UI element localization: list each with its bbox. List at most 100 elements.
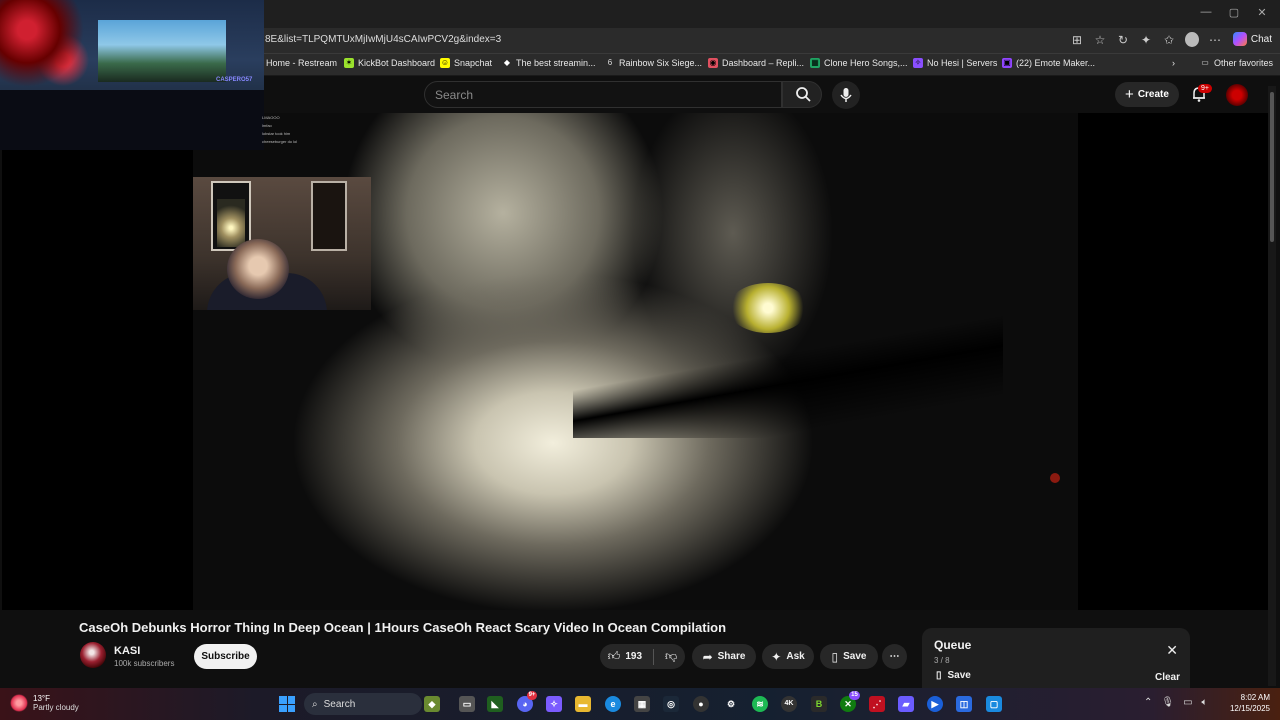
scrollbar-thumb[interactable]: [1270, 92, 1274, 242]
bookmark-label: No Hesi | Servers: [927, 58, 998, 68]
bookmark-emote-maker[interactable]: ▣ (22) Emote Maker...: [1002, 58, 1095, 68]
app-available-icon[interactable]: ⊞: [1070, 33, 1084, 47]
queue-close-icon[interactable]: ✕: [1166, 642, 1178, 659]
bookmark-streaming[interactable]: ◆ The best streamin...: [502, 58, 596, 68]
search-input[interactable]: Search: [424, 81, 782, 108]
bookmark-label: Home - Restream: [266, 58, 338, 68]
tray-overflow-chevron-icon[interactable]: ⌃: [1144, 697, 1152, 708]
bookmark-no-hesi[interactable]: ✧ No Hesi | Servers: [913, 58, 997, 68]
plus-icon: +: [1125, 86, 1134, 103]
taskbar-search-label: Search: [323, 698, 356, 710]
voice-search-button[interactable]: [832, 81, 860, 109]
task-view-icon[interactable]: ▭: [459, 696, 475, 712]
search-placeholder: Search: [435, 88, 474, 102]
weather-widget[interactable]: 13°F Partly cloudy: [10, 694, 79, 712]
bookmark-home-restream[interactable]: Home - Restream: [266, 58, 337, 68]
xbox-badge: 15: [849, 691, 860, 700]
create-button[interactable]: + Create: [1115, 82, 1179, 107]
page-scrollbar[interactable]: [1268, 86, 1276, 686]
chat-line: LMAOOO: [262, 115, 280, 120]
share-button[interactable]: ➦ Share: [692, 644, 756, 669]
sparkle-icon: ✦: [771, 649, 782, 664]
copilot-app-icon[interactable]: ✧: [546, 696, 562, 712]
like-icon[interactable]: 👍︎: [608, 649, 621, 664]
bookmark-label: Dashboard – Repli...: [722, 58, 805, 68]
file-explorer-icon[interactable]: ▬: [575, 696, 591, 712]
remote-desktop-icon[interactable]: ◫: [956, 696, 972, 712]
save-button[interactable]: ▯ Save: [820, 644, 878, 669]
favorites-icon[interactable]: ✩: [1162, 33, 1176, 47]
favorite-star-icon[interactable]: ☆: [1093, 33, 1107, 47]
nvidia-icon[interactable]: ◣: [487, 696, 503, 712]
app-icon[interactable]: ◆: [424, 696, 440, 712]
subscriber-count: 100k subscribers: [114, 659, 175, 668]
channel-avatar[interactable]: [80, 642, 106, 668]
clock-date: 12/15/2025: [1229, 704, 1270, 713]
bookmark-clone-hero[interactable]: ▦ Clone Hero Songs,...: [810, 58, 908, 68]
queue-save-button[interactable]: ▯ Save: [936, 670, 971, 681]
msi-icon[interactable]: ⋰: [869, 696, 885, 712]
more-menu-icon[interactable]: ⋯: [1208, 33, 1222, 47]
taskbar-search[interactable]: ⌕ Search: [304, 693, 422, 715]
queue-clear-button[interactable]: Clear: [1155, 672, 1180, 683]
christmas-tree: [217, 199, 245, 247]
ask-button[interactable]: ✦ Ask: [762, 644, 814, 669]
bookmark-r6[interactable]: 6 Rainbow Six Siege...: [605, 58, 702, 68]
chat-line: cheeseburger do lol: [262, 139, 298, 144]
start-windows-icon[interactable]: [279, 696, 295, 712]
other-favorites[interactable]: ▭ Other favorites: [1200, 58, 1273, 68]
4k-downloader-icon[interactable]: 4K: [781, 696, 797, 712]
video-player[interactable]: [2, 113, 1268, 610]
bookmark-kickbot[interactable]: ✶ KickBot Dashboard: [344, 58, 435, 68]
url-field[interactable]: 8E&list=TLPQMTUxMjIwMjU4sCAIwPCV2g&index…: [265, 34, 501, 45]
reactor-face: [227, 239, 289, 299]
refresh-icon[interactable]: ↻: [1116, 33, 1130, 47]
channel-name[interactable]: KASI: [114, 645, 140, 657]
clock[interactable]: 8:02 AM 12/15/2025: [1230, 692, 1270, 714]
store-icon[interactable]: ▦: [634, 696, 650, 712]
bookmark-snapchat[interactable]: ☺ Snapchat: [440, 58, 492, 68]
profile-icon[interactable]: [1185, 32, 1199, 47]
nohesi-icon: ✧: [913, 58, 923, 68]
subscribe-button[interactable]: Subscribe: [194, 644, 257, 669]
system-tray: ⌃ 🎙︎ ▭ 🔈︎: [1144, 697, 1208, 708]
app-b-icon[interactable]: B: [811, 696, 827, 712]
obs-icon[interactable]: ●: [693, 696, 709, 712]
search-button[interactable]: [782, 81, 822, 108]
spotify-icon[interactable]: ≋: [752, 696, 768, 712]
stream-chat-overlay: LMAOOO lmfao lobstar took him cheeseburg…: [262, 114, 297, 146]
bookmark-replit[interactable]: ◉ Dashboard – Repli...: [708, 58, 804, 68]
search-icon: ⌕: [312, 698, 318, 710]
r6-icon: 6: [607, 58, 613, 67]
volume-icon[interactable]: 🔈︎: [1202, 697, 1208, 708]
app-window-icon[interactable]: ▢: [986, 696, 1002, 712]
edge-icon[interactable]: e: [605, 696, 621, 712]
microphone-tray-icon[interactable]: 🎙︎: [1161, 697, 1174, 708]
app-blue-icon[interactable]: ▶: [927, 696, 943, 712]
share-icon: ➦: [702, 649, 713, 664]
minimize-icon[interactable]: —: [1196, 6, 1216, 18]
display-tray-icon[interactable]: ▭: [1183, 697, 1192, 708]
steam-icon[interactable]: ◎: [663, 696, 679, 712]
queue-title: Queue: [934, 638, 972, 652]
app-notes-icon[interactable]: ▰: [898, 696, 914, 712]
close-window-icon[interactable]: ✕: [1252, 6, 1272, 19]
like-dislike-group: 👍︎ 193 👎︎: [600, 644, 685, 669]
video-red-light: [1050, 473, 1060, 483]
screen: — ▢ ✕ 8E&list=TLPQMTUxMjIwMjU4sCAIwPCV2g…: [0, 0, 1280, 720]
bookmark-label: Clone Hero Songs,...: [824, 58, 908, 68]
maximize-icon[interactable]: ▢: [1224, 6, 1244, 19]
like-count[interactable]: 193: [625, 651, 642, 662]
bookmarks-overflow-chevron-icon[interactable]: ›: [1172, 58, 1175, 68]
dislike-icon[interactable]: 👎︎: [665, 649, 677, 664]
red-lights: [0, 0, 90, 100]
extensions-icon[interactable]: ✦: [1139, 33, 1153, 47]
microphone-icon: [840, 88, 852, 102]
copilot-icon: [1232, 32, 1247, 46]
settings-gear-icon[interactable]: ⚙: [723, 696, 739, 712]
chat-line: lobstar took him: [262, 131, 291, 136]
copilot-chat-button[interactable]: Chat: [1232, 32, 1272, 46]
window-right: [311, 181, 347, 251]
more-actions-button[interactable]: ⋯: [882, 644, 907, 669]
account-avatar[interactable]: [1226, 84, 1248, 106]
